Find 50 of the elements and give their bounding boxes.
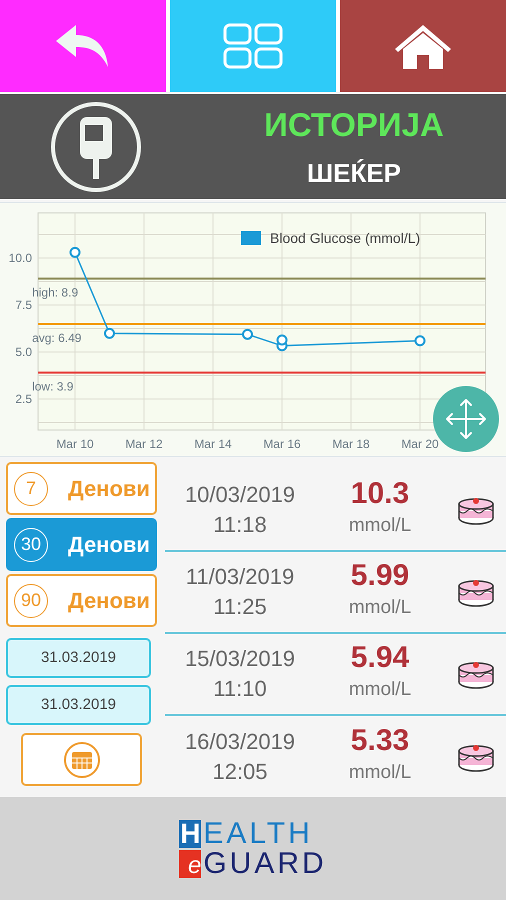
legend-label: Blood Glucose (mmol/L) xyxy=(270,230,420,246)
threshold-label: high: 8.9 xyxy=(32,286,78,300)
period-button[interactable]: 90 Денови xyxy=(6,574,157,627)
reading-date: 15/03/2019 xyxy=(184,645,296,673)
reading-unit: mmol/L xyxy=(348,678,412,702)
reading-time: 11:18 xyxy=(213,511,267,539)
home-icon xyxy=(393,23,453,69)
calendar-icon xyxy=(62,740,100,778)
y-tick-label: 5.0 xyxy=(15,345,32,359)
reading-time: 11:10 xyxy=(213,675,267,703)
logo-initial: e xyxy=(179,850,202,878)
reading-value: 5.99 xyxy=(350,560,410,592)
threshold-label: avg: 6.49 xyxy=(32,331,82,345)
grid-icon xyxy=(223,23,283,69)
calendar-button[interactable] xyxy=(21,733,142,786)
y-tick-label: 7.5 xyxy=(15,298,32,312)
reading-date: 10/03/2019 xyxy=(184,481,296,509)
x-tick-label: Mar 18 xyxy=(332,437,370,451)
logo-word: EALTH xyxy=(203,818,313,848)
reading-value: 5.33 xyxy=(350,725,410,757)
reading-date: 11/03/2019 xyxy=(186,563,294,591)
threshold-label: low: 3.9 xyxy=(32,380,74,394)
glucometer-icon xyxy=(50,100,142,192)
reading-unit: mmol/L xyxy=(348,596,412,620)
move-arrows-icon xyxy=(444,397,488,441)
date-field[interactable]: 31.03.2019 xyxy=(6,638,151,678)
legend-swatch xyxy=(241,231,261,245)
x-tick-label: Mar 10 xyxy=(56,437,94,451)
screen-subtitle: ШЕЌЕР xyxy=(306,156,402,190)
logo-initial: H xyxy=(179,820,202,848)
screen-title: ИСТОРИЈА xyxy=(264,105,444,146)
logo-word: GUARD xyxy=(203,848,327,878)
reading-value: 10.3 xyxy=(350,478,410,510)
x-tick-label: Mar 20 xyxy=(401,437,439,451)
period-button[interactable]: 7 Денови xyxy=(6,462,157,515)
reading-unit: mmol/L xyxy=(348,761,412,785)
reading-time: 11:25 xyxy=(213,593,267,621)
reading-date: 16/03/2019 xyxy=(184,728,296,756)
reading-time: 12:05 xyxy=(212,758,268,786)
back-button[interactable] xyxy=(0,0,166,92)
x-tick-label: Mar 16 xyxy=(263,437,301,451)
reading-value: 5.94 xyxy=(350,642,410,674)
reading-unit: mmol/L xyxy=(348,514,412,538)
date-field[interactable]: 31.03.2019 xyxy=(6,685,151,725)
period-button[interactable]: 30 Денови xyxy=(6,518,157,571)
y-tick-label: 2.5 xyxy=(15,392,32,406)
x-tick-label: Mar 12 xyxy=(125,437,163,451)
home-button[interactable] xyxy=(340,0,506,92)
y-tick-label: 10.0 xyxy=(8,251,32,265)
x-tick-label: Mar 14 xyxy=(194,437,232,451)
